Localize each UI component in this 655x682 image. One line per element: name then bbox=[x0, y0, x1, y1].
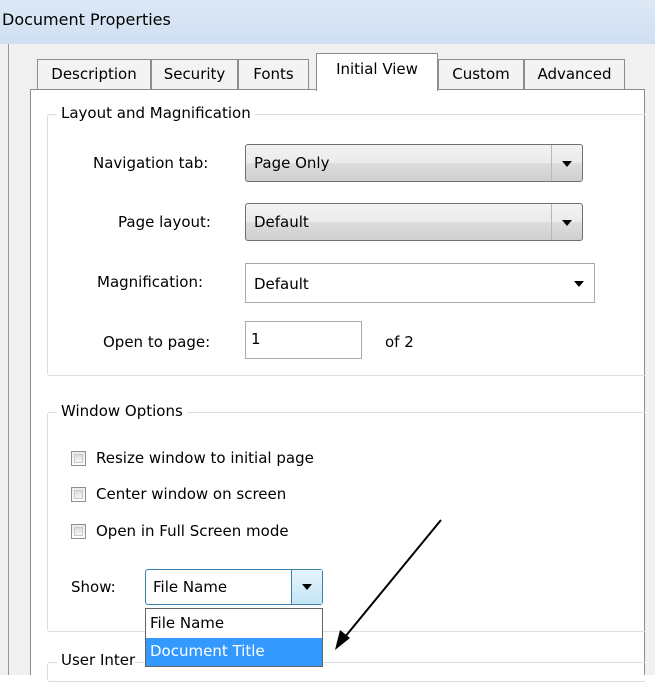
annotation-arrow-icon bbox=[335, 519, 442, 650]
